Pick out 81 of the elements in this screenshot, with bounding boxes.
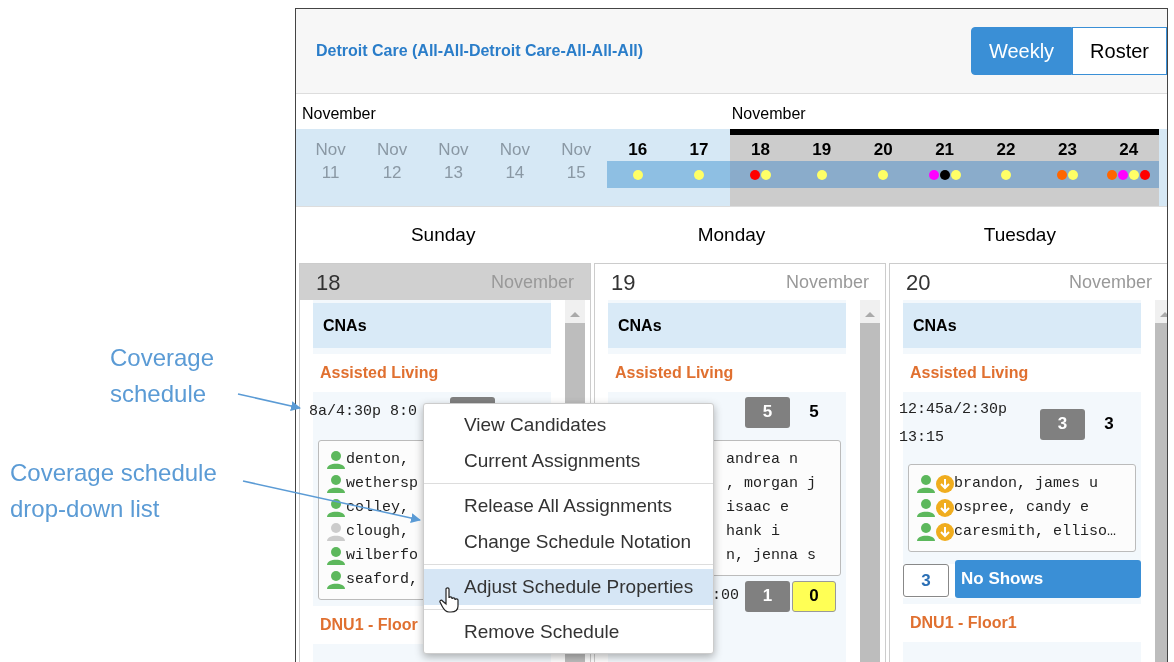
assignee-name: hank i — [726, 521, 780, 542]
day-number: 12 — [382, 162, 402, 184]
day-number: 11 — [321, 162, 340, 184]
assignee-name: , morgan j — [726, 473, 816, 494]
date-cell[interactable]: 19 — [791, 129, 853, 206]
assignee-name: clough, — [346, 521, 409, 542]
month-abbr: Nov — [376, 140, 408, 160]
assignee-name: andrea n — [726, 449, 798, 470]
month-label: November — [731, 104, 806, 124]
month-label: November — [302, 104, 376, 124]
no-show-count: 3 — [903, 564, 949, 597]
menu-item[interactable]: Change Schedule Notation — [424, 524, 713, 560]
group-header: CNAs — [903, 303, 1141, 348]
month-abbr: Nov — [438, 140, 469, 160]
assigned-count: 3 — [1103, 413, 1115, 436]
assignee-name: isaac e — [726, 497, 789, 518]
group-header: CNAs — [313, 303, 551, 348]
scheduled-count: 5 — [745, 396, 790, 428]
menu-item[interactable]: Current Assignments — [424, 443, 713, 479]
facility-link[interactable]: Detroit Care (All-All-Detroit Care-All-All-All) — [316, 39, 644, 63]
menu-item[interactable]: Release All Assignments — [424, 488, 713, 524]
unit-header: Assisted Living — [608, 354, 846, 392]
date-number: 20 — [906, 268, 931, 297]
scheduled-count: 1 — [745, 580, 790, 612]
unit-header: Assisted Living — [313, 354, 551, 392]
scheduled-count: 3 — [1040, 408, 1085, 440]
menu-item[interactable]: Remove Schedule — [424, 614, 713, 650]
day-number: 17 — [689, 140, 709, 160]
callout-text: Coverage schedule drop-down list — [10, 458, 218, 524]
month-name: November — [1068, 270, 1152, 294]
day-number: 20 — [873, 140, 893, 160]
day-number: 15 — [566, 162, 586, 184]
day-number: 14 — [505, 162, 525, 184]
assignee-name: caresmith, elliso… — [954, 521, 1117, 542]
month-abbr: Nov — [315, 140, 346, 160]
day-number: 16 — [628, 140, 648, 160]
callout-text: Coverage schedule — [110, 343, 216, 409]
unit-header: Assisted Living — [903, 354, 1141, 392]
scroll-up-icon — [569, 309, 581, 319]
day-number: 13 — [444, 162, 463, 184]
view-tab[interactable]: Roster — [1072, 27, 1167, 75]
day-number: 22 — [996, 140, 1016, 160]
assignee-name: brandon, james u — [954, 473, 1099, 494]
date-cell[interactable]: 20 — [852, 129, 914, 206]
date-cell[interactable]: 16 — [606, 129, 669, 206]
callout-arrow — [237, 393, 301, 411]
shift-time: 12:45a/2:30p 13:15 — [899, 400, 1009, 448]
assignee-name: seaford, — [346, 569, 418, 590]
group-header: CNAs — [608, 303, 846, 348]
assignee-name: denton, — [346, 449, 409, 470]
shift-time: :00 — [712, 586, 739, 606]
weekday-header: Tuesday — [982, 222, 1057, 247]
date-cell[interactable]: 24 — [1098, 129, 1160, 206]
assignee-name: n, jenna s — [726, 545, 816, 566]
assignee-name: ospree, candy e — [954, 497, 1090, 518]
day-number: 21 — [935, 140, 955, 160]
shift-time: 8a/4:30p 8:0 — [309, 402, 418, 422]
assignee-name: wethersp — [346, 473, 418, 494]
date-cell[interactable]: 23 — [1036, 129, 1099, 206]
month-name: November — [785, 270, 869, 294]
day-number: 23 — [1057, 140, 1077, 160]
assigned-count: 5 — [808, 401, 820, 424]
date-number: 18 — [316, 268, 341, 297]
menu-item[interactable]: View Candidates — [424, 407, 713, 443]
weekday-header: Sunday — [409, 222, 477, 247]
assigned-count: 0 — [792, 580, 836, 612]
hand-cursor-icon — [439, 587, 461, 613]
date-cell[interactable]: 21 — [913, 129, 976, 206]
day-number: 19 — [812, 140, 832, 160]
date-cell[interactable]: 18 — [729, 129, 792, 206]
date-cell[interactable]: 22 — [975, 129, 1037, 206]
weekday-header: Monday — [696, 222, 767, 247]
date-cell[interactable]: 17 — [668, 129, 730, 206]
day-number: 18 — [750, 140, 770, 160]
month-abbr: Nov — [561, 140, 592, 160]
scroll-up-icon — [864, 309, 876, 319]
day-number: 24 — [1119, 140, 1139, 160]
assignee-name: wilberfo — [346, 545, 418, 566]
unit-header: DNU1 - Floor1 — [903, 604, 1141, 642]
month-abbr: Nov — [499, 140, 530, 160]
date-number: 19 — [611, 268, 636, 297]
